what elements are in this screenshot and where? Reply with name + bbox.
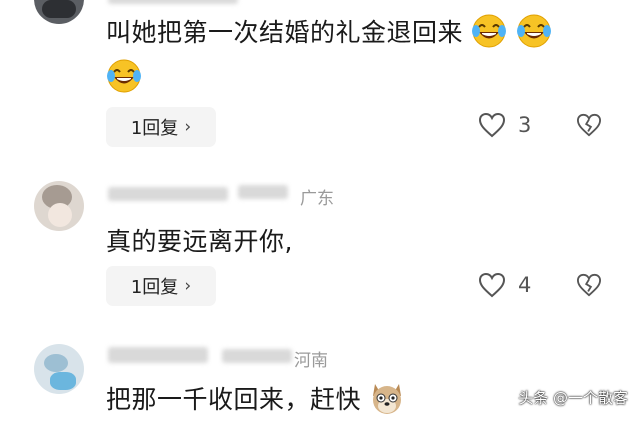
dislike-button[interactable] xyxy=(576,113,602,141)
username-blurred xyxy=(108,187,228,201)
broken-heart-icon xyxy=(576,113,602,137)
username-blurred xyxy=(108,0,238,4)
like-button[interactable]: 4 xyxy=(478,272,531,298)
reply-label: 1回复 xyxy=(130,118,179,139)
username-blurred xyxy=(222,349,292,363)
comment-text: 叫她把第一次结婚的礼金退回来 xyxy=(106,18,464,47)
reply-label: 1回复 xyxy=(130,277,179,298)
heart-icon xyxy=(478,272,506,298)
avatar[interactable] xyxy=(34,181,84,231)
reply-button[interactable]: 1回复 › xyxy=(106,266,216,306)
watermark: 头条 @一个散客 xyxy=(518,389,628,407)
broken-heart-icon xyxy=(576,273,602,297)
username-blurred xyxy=(238,185,288,199)
laughing-tears-emoji xyxy=(106,58,142,98)
like-count: 4 xyxy=(518,273,532,297)
laughing-tears-emoji xyxy=(471,13,507,55)
avatar[interactable] xyxy=(34,344,84,394)
chevron-right-icon: › xyxy=(184,117,192,137)
comment-location: 河南 xyxy=(294,351,328,371)
comment-text: 真的要远离开你, xyxy=(106,227,293,256)
comment-location: 广东 xyxy=(300,189,334,209)
dislike-button[interactable] xyxy=(576,273,602,301)
comment-text: 把那一千收回来，赶快 xyxy=(106,385,362,414)
like-button[interactable]: 3 xyxy=(478,112,531,138)
laughing-tears-emoji xyxy=(516,13,552,55)
like-count: 3 xyxy=(518,113,532,137)
heart-icon xyxy=(478,112,506,138)
comment-text-row: 叫她把第一次结婚的礼金退回来 xyxy=(106,13,552,55)
chevron-right-icon: › xyxy=(184,276,192,296)
avatar[interactable] xyxy=(34,0,84,24)
reply-button[interactable]: 1回复 › xyxy=(106,107,216,147)
username-blurred xyxy=(108,347,208,363)
